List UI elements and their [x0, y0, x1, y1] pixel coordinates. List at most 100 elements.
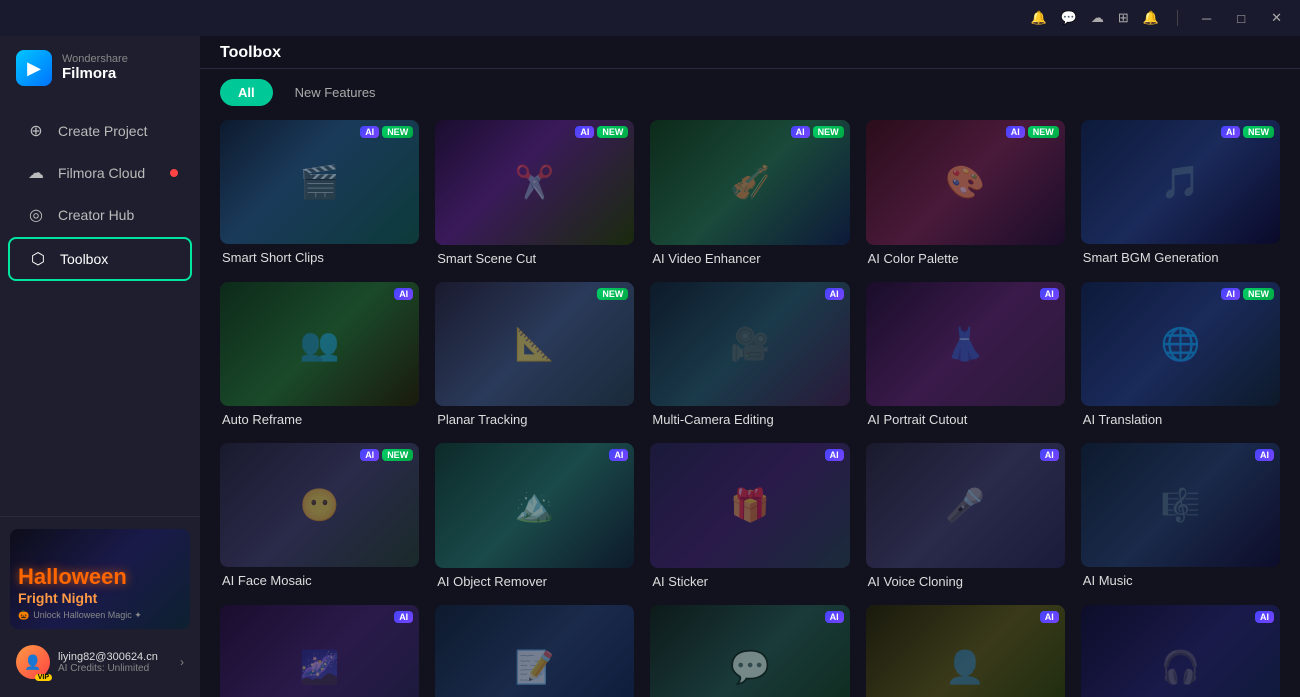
tab-all[interactable]: All [220, 79, 273, 106]
card-thumb-ai-face-mosaic: 😶AINEW [220, 443, 419, 567]
card-row4-5[interactable]: 🎧AI [1081, 605, 1280, 697]
user-credits: AI Credits: Unlimited [58, 663, 172, 674]
logo-text: Wondershare Filmora [62, 54, 128, 83]
card-thumb-planar-tracking: 📐NEW [435, 282, 634, 407]
thumb-content-smart-short-clips: 🎬 AINEW [220, 120, 419, 244]
promo-banner[interactable]: Halloween Fright Night 🎃 Unlock Hallowee… [10, 529, 190, 629]
close-button[interactable]: ✕ [1265, 8, 1288, 28]
badge-ai-ai-portrait-cutout: AI [1040, 288, 1059, 300]
sidebar-item-create-project[interactable]: ⊕ Create Project [8, 111, 192, 151]
chat-icon[interactable]: 💬 [1061, 10, 1077, 26]
badge-new-smart-bgm-generation: NEW [1243, 126, 1274, 138]
badge-ai-row4-3: AI [825, 611, 844, 623]
title-bar-icons: 🔔 💬 ☁ ⊞ 🔔 ─ □ ✕ [1031, 8, 1288, 28]
sidebar-item-label: Filmora Cloud [58, 165, 145, 181]
thumb-icon-smart-short-clips: 🎬 [300, 163, 340, 201]
card-ai-translation[interactable]: 🌐AINEW AI Translation [1081, 282, 1280, 428]
badge-ai-row4-4: AI [1040, 611, 1059, 623]
badge-ai-ai-object-remover: AI [609, 449, 628, 461]
cloud-upload-icon[interactable]: ☁ [1091, 10, 1104, 26]
card-row4-4[interactable]: 👤AI [866, 605, 1065, 697]
badge-container-multi-camera-editing: AI [825, 288, 844, 300]
card-thumb-smart-bgm-generation: 🎵AINEW [1081, 120, 1280, 244]
sidebar-item-creator-hub[interactable]: ◎ Creator Hub [8, 195, 192, 235]
bell-icon[interactable]: 🔔 [1143, 10, 1159, 26]
chevron-right-icon: › [180, 655, 184, 669]
notification-icon[interactable]: 🔔 [1031, 10, 1047, 26]
badge-ai-ai-face-mosaic: AI [360, 449, 379, 461]
badge-container-smart-short-clips: AINEW [360, 126, 413, 138]
tab-bar: All New Features [200, 69, 1300, 106]
card-row4-2[interactable]: 📝 [435, 605, 634, 697]
badge-ai-ai-video-enhancer: AI [791, 126, 810, 138]
sidebar-item-label: Creator Hub [58, 207, 134, 223]
badge-ai-ai-color-palette: AI [1006, 126, 1025, 138]
card-label-smart-bgm-generation: Smart BGM Generation [1081, 250, 1280, 265]
card-smart-bgm-generation[interactable]: 🎵AINEW Smart BGM Generation [1081, 120, 1280, 266]
card-thumb-ai-sticker: 🎁AI [650, 443, 849, 568]
user-area[interactable]: 👤 VIP liying82@300624.cn AI Credits: Unl… [10, 639, 190, 685]
thumb-icon-row4-3: 💬 [730, 648, 770, 686]
title-bar-divider [1177, 10, 1178, 26]
logo-icon: ▶ [16, 50, 52, 86]
card-label-ai-voice-cloning: AI Voice Cloning [866, 574, 1065, 589]
card-thumb-row4-2: 📝 [435, 605, 634, 697]
card-label-multi-camera-editing: Multi-Camera Editing [650, 412, 849, 427]
thumb-icon-ai-sticker: 🎁 [730, 486, 770, 524]
card-ai-music[interactable]: 🎼AIAI Music [1081, 443, 1280, 589]
maximize-button[interactable]: □ [1231, 9, 1251, 28]
card-auto-reframe[interactable]: 👥AIAuto Reframe [220, 282, 419, 428]
card-label-ai-translation: AI Translation [1081, 412, 1280, 427]
tab-new-features[interactable]: New Features [277, 79, 394, 106]
title-bar: 🔔 💬 ☁ ⊞ 🔔 ─ □ ✕ [0, 0, 1300, 36]
page-title: Toolbox [220, 44, 281, 62]
card-planar-tracking[interactable]: 📐NEWPlanar Tracking [435, 282, 634, 428]
thumb-icon-multi-camera-editing: 🎥 [730, 325, 770, 363]
badge-new-ai-translation: NEW [1243, 288, 1274, 300]
card-ai-voice-cloning[interactable]: 🎤 AI AI Voice Cloning [866, 443, 1065, 589]
thumb-content-ai-music: 🎼AI [1081, 443, 1280, 567]
thumb-content-ai-face-mosaic: 😶AINEW [220, 443, 419, 567]
minimize-button[interactable]: ─ [1196, 9, 1217, 28]
card-smart-scene-cut[interactable]: ✂️AINEW Smart Scene Cut [435, 120, 634, 266]
card-ai-sticker[interactable]: 🎁AIAI Sticker [650, 443, 849, 589]
card-smart-short-clips[interactable]: 🎬AINEWSmart Short Clips [220, 120, 419, 266]
card-grid: 🎬AINEWSmart Short Clips✂️AINEWSmart Scen… [220, 120, 1280, 697]
thumb-icon-ai-voice-cloning: 🎤 [945, 486, 985, 524]
card-ai-face-mosaic[interactable]: 😶AINEWAI Face Mosaic [220, 443, 419, 589]
card-ai-video-enhancer[interactable]: 🎻AINEWAI Video Enhancer [650, 120, 849, 266]
card-row4-1[interactable]: 🌌 AI [220, 605, 419, 697]
card-multi-camera-editing[interactable]: 🎥 AI Multi-Camera Editing [650, 282, 849, 428]
thumb-content-smart-scene-cut: ✂️AINEW [435, 120, 634, 245]
grid-icon[interactable]: ⊞ [1118, 10, 1129, 26]
badge-container-row4-5: AI [1255, 611, 1274, 623]
badge-new-ai-color-palette: NEW [1028, 126, 1059, 138]
card-thumb-auto-reframe: 👥AI [220, 282, 419, 406]
cloud-icon: ☁ [26, 163, 46, 183]
badge-container-ai-portrait-cutout: AI [1040, 288, 1059, 300]
sidebar-item-filmora-cloud[interactable]: ☁ Filmora Cloud [8, 153, 192, 193]
card-ai-object-remover[interactable]: 🏔️AIAI Object Remover [435, 443, 634, 589]
thumb-icon-auto-reframe: 👥 [300, 325, 340, 363]
logo-brand: Wondershare [62, 54, 128, 65]
thumb-content-ai-object-remover: 🏔️AI [435, 443, 634, 568]
thumb-icon-row4-1: 🌌 [300, 648, 340, 686]
card-label-smart-scene-cut: Smart Scene Cut [435, 251, 634, 266]
badge-new-smart-scene-cut: NEW [597, 126, 628, 138]
thumb-icon-ai-video-enhancer: 🎻 [730, 163, 770, 201]
sidebar-item-label: Toolbox [60, 251, 108, 267]
card-row4-3[interactable]: 💬 AI [650, 605, 849, 697]
thumb-icon-ai-music: 🎼 [1160, 486, 1200, 524]
thumb-icon-smart-scene-cut: ✂️ [515, 163, 555, 201]
badge-ai-ai-voice-cloning: AI [1040, 449, 1059, 461]
badge-new-planar-tracking: NEW [597, 288, 628, 300]
badge-container-row4-3: AI [825, 611, 844, 623]
card-label-ai-portrait-cutout: AI Portrait Cutout [866, 412, 1065, 427]
logo-area: ▶ Wondershare Filmora [0, 36, 200, 100]
badge-container-row4-1: AI [394, 611, 413, 623]
card-ai-portrait-cutout[interactable]: 👗AIAI Portrait Cutout [866, 282, 1065, 428]
sidebar-item-toolbox[interactable]: ⬡ Toolbox [8, 237, 192, 281]
thumb-content-ai-translation: 🌐AINEW [1081, 282, 1280, 406]
thumb-icon-row4-2: 📝 [515, 648, 555, 686]
card-ai-color-palette[interactable]: 🎨AINEWAI Color Palette [866, 120, 1065, 266]
